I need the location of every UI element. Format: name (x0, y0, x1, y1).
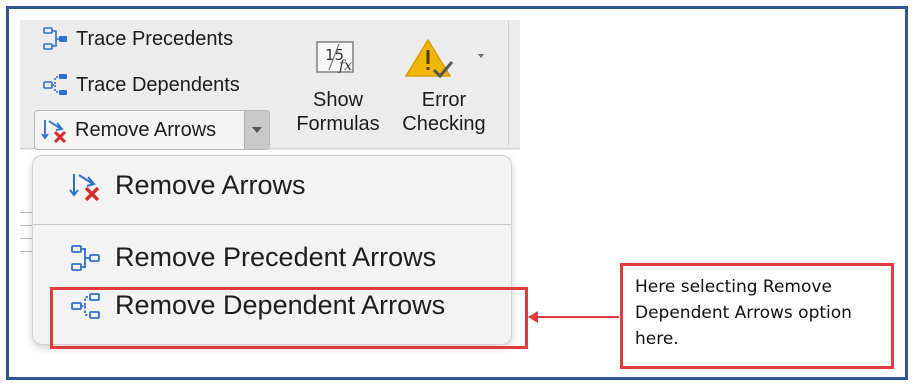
menu-item-remove-arrows[interactable]: Remove Arrows (69, 170, 306, 201)
menu-item-label: Remove Precedent Arrows (115, 242, 437, 272)
annotation-callout: Here selecting Remove Dependent Arrows o… (620, 263, 894, 369)
callout-connector-line (531, 316, 619, 318)
callout-text: Here selecting Remove Dependent Arrows o… (635, 277, 852, 349)
remove-arrows-label: Remove Arrows (75, 118, 217, 141)
remove-precedent-arrows-icon (71, 244, 100, 271)
trace-precedents-button[interactable]: Trace Precedents (42, 26, 233, 52)
show-formulas-icon: 15 fx (316, 41, 354, 74)
error-checking-label-line1: Error (421, 89, 467, 111)
show-formulas-label-line2: Formulas (296, 113, 380, 135)
trace-dependents-icon (43, 74, 67, 95)
menu-item-remove-precedent-arrows[interactable]: Remove Precedent Arrows (69, 242, 436, 273)
ribbon-divider (508, 20, 509, 145)
menu-item-label: Remove Arrows (115, 170, 306, 200)
sheet-grid-lines (20, 200, 32, 260)
error-checking-icon (405, 39, 484, 79)
remove-arrows-split-button[interactable]: Remove Arrows (34, 110, 270, 150)
remove-arrows-button[interactable]: Remove Arrows (41, 117, 216, 143)
error-checking-dropdown-icon (478, 54, 484, 58)
callout-arrow-icon (528, 311, 538, 323)
remove-arrows-icon (41, 120, 67, 143)
selection-highlight-box (50, 287, 528, 349)
show-formulas-button[interactable]: 15 fx Show Formulas (290, 36, 386, 136)
trace-precedents-icon (43, 27, 67, 50)
trace-precedents-label: Trace Precedents (76, 27, 234, 50)
trace-dependents-label: Trace Dependents (76, 73, 240, 96)
remove-arrows-dropdown-toggle[interactable] (244, 111, 269, 149)
trace-dependents-button[interactable]: Trace Dependents (42, 72, 240, 98)
formula-icon-fx: fx (338, 58, 352, 74)
show-formulas-label-line1: Show (312, 89, 364, 111)
menu-separator (33, 224, 511, 225)
remove-arrows-icon (69, 173, 100, 201)
error-checking-button[interactable]: Error Checking (392, 36, 496, 136)
error-checking-label-line2: Checking (402, 113, 486, 135)
